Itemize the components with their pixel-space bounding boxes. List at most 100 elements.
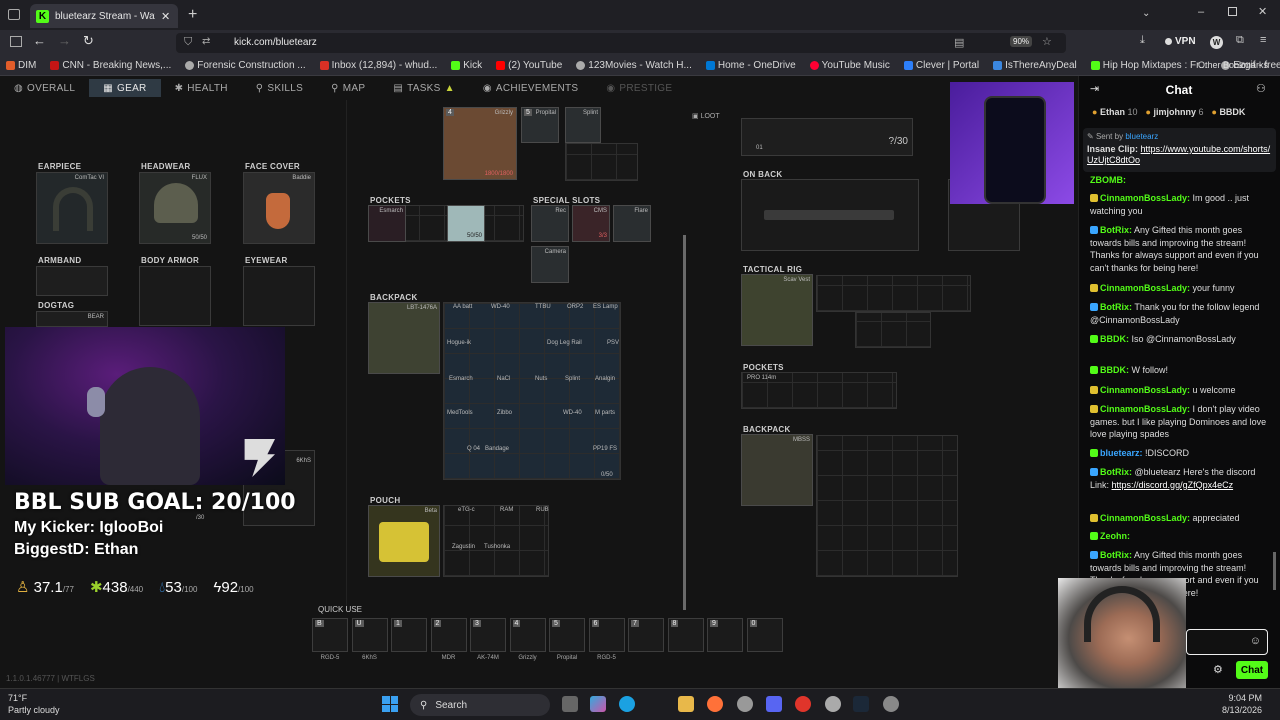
grizzly-item[interactable]: 4 Grizzly 1800/1800 bbox=[443, 107, 517, 180]
back-button[interactable]: ← bbox=[33, 33, 46, 48]
permissions-icon[interactable]: ⇄ bbox=[202, 36, 210, 47]
quick-use-slot[interactable]: 9 bbox=[707, 618, 743, 652]
quick-use-slot[interactable]: 1 bbox=[391, 618, 427, 652]
on-back-slot[interactable] bbox=[741, 179, 919, 251]
loot-backpack-grid[interactable] bbox=[816, 435, 958, 577]
menu-icon[interactable]: ≡ bbox=[1260, 34, 1266, 46]
taskbar-search[interactable]: ⚲ Search bbox=[410, 694, 550, 716]
app-icon[interactable] bbox=[825, 696, 841, 712]
minimize-button[interactable]: – bbox=[1198, 6, 1204, 18]
special-slot-cms[interactable]: CMS 3/3 bbox=[572, 205, 610, 242]
face-cover-slot[interactable]: Baddie bbox=[243, 172, 315, 244]
weather-widget[interactable]: 71°F Partly cloudy bbox=[8, 692, 60, 716]
bookmark-item[interactable]: CNN - Breaking News,... bbox=[50, 60, 171, 71]
chat-scrollbar[interactable] bbox=[1273, 552, 1276, 590]
esmarch-item[interactable]: Esmarch bbox=[368, 205, 406, 242]
gear-app-icon[interactable] bbox=[883, 696, 899, 712]
chat-username[interactable]: Zeohn: bbox=[1100, 531, 1130, 541]
tactical-rig-grid-2[interactable] bbox=[855, 312, 931, 348]
chat-username[interactable]: bluetearz: bbox=[1100, 448, 1143, 458]
chat-username[interactable]: CinnamonBossLady: bbox=[1100, 404, 1190, 414]
tab-map[interactable]: ⚲ MAP bbox=[317, 79, 379, 97]
tab-health[interactable]: ✱ HEALTH bbox=[161, 79, 242, 97]
maximize-button[interactable] bbox=[1228, 7, 1237, 16]
pouch-grid[interactable] bbox=[443, 505, 549, 577]
bookmark-item[interactable]: 123Movies - Watch H... bbox=[576, 60, 692, 71]
tab-overall[interactable]: ◍ OVERALL bbox=[0, 79, 89, 97]
quick-use-slot[interactable]: B bbox=[312, 618, 348, 652]
tactical-rig-slot[interactable]: Scav Vest bbox=[741, 274, 813, 346]
steam-icon[interactable] bbox=[853, 696, 869, 712]
bookmark-item[interactable]: Clever | Portal bbox=[903, 60, 979, 71]
chat-username[interactable]: CinnamonBossLady: bbox=[1100, 513, 1190, 523]
bookmark-item[interactable]: IsThereAnyDeal bbox=[993, 60, 1077, 71]
edge-icon[interactable] bbox=[619, 696, 635, 712]
vpn-button[interactable]: VPN bbox=[1165, 36, 1196, 47]
quick-use-slot[interactable]: 0 bbox=[746, 618, 783, 652]
browser-tab[interactable]: K bluetearz Stream - Watch L ✕ bbox=[30, 4, 178, 28]
download-icon[interactable]: ⤓ bbox=[1140, 34, 1145, 47]
chat-link[interactable]: https://discord.gg/gZfQpx4eCz bbox=[1112, 480, 1234, 490]
sidebar-toggle-icon[interactable] bbox=[10, 36, 22, 47]
file-explorer-icon[interactable] bbox=[562, 696, 578, 712]
bookmark-item[interactable]: Kick bbox=[451, 60, 482, 71]
close-window-button[interactable]: ✕ bbox=[1258, 5, 1267, 18]
profile-icon[interactable]: W bbox=[1210, 36, 1223, 49]
tab-skills[interactable]: ⚲ SKILLS bbox=[242, 79, 317, 97]
stash-scrollbar[interactable] bbox=[683, 235, 686, 610]
quick-use-slot[interactable]: 2 bbox=[430, 618, 467, 652]
settings-icon[interactable] bbox=[737, 696, 753, 712]
extensions-icon[interactable]: ⧉ bbox=[1236, 34, 1244, 47]
copilot-icon[interactable] bbox=[590, 696, 606, 712]
quick-use-slot[interactable]: 5 bbox=[549, 618, 585, 652]
chat-username[interactable]: BotRix: bbox=[1100, 550, 1132, 560]
chat-username[interactable]: BotRix: bbox=[1100, 467, 1132, 477]
eyewear-slot[interactable] bbox=[243, 266, 315, 326]
tab-actions-icon[interactable] bbox=[8, 9, 20, 20]
tab-prestige[interactable]: ◉ PRESTIGE bbox=[592, 79, 686, 97]
chat-username[interactable]: BotRix: bbox=[1100, 302, 1132, 312]
clock[interactable]: 9:04 PM 8/13/2026 bbox=[1222, 692, 1262, 716]
bookmark-item[interactable]: Home - OneDrive bbox=[705, 60, 796, 71]
tab-tasks[interactable]: ▤ TASKS ▲ bbox=[379, 79, 469, 97]
quick-use-slot[interactable]: 8 bbox=[667, 618, 704, 652]
dogtag-slot[interactable]: BEAR bbox=[36, 311, 108, 327]
chat-username[interactable]: CinnamonBossLady: bbox=[1100, 385, 1190, 395]
quick-use-slot[interactable]: 3 bbox=[470, 618, 506, 652]
loot-backpack-slot[interactable]: MBSS bbox=[741, 434, 813, 506]
other-bookmarks[interactable]: Other Bookmarks bbox=[1198, 60, 1268, 70]
special-slot-flare[interactable]: Flare bbox=[613, 205, 651, 242]
chat-username[interactable]: CinnamonBossLady: bbox=[1100, 193, 1190, 203]
pocket-item[interactable]: 50/50 bbox=[447, 205, 485, 242]
special-slot-rec[interactable]: Rec bbox=[531, 205, 569, 242]
bookmark-star-icon[interactable]: ☆ bbox=[1042, 35, 1052, 48]
tab-achievements[interactable]: ◉ ACHIEVEMENTS bbox=[469, 79, 593, 97]
start-button[interactable] bbox=[382, 696, 398, 712]
zoom-badge[interactable]: 90% bbox=[1010, 36, 1033, 47]
chat-username[interactable]: BotRix: bbox=[1100, 225, 1132, 235]
pinned-message[interactable]: ✎ Sent by bluetearz Insane Clip: https:/… bbox=[1083, 128, 1276, 172]
emoji-icon[interactable]: ☺ bbox=[1250, 635, 1261, 647]
body-armor-slot[interactable] bbox=[139, 266, 211, 326]
headwear-slot[interactable]: FLUX 50/50 bbox=[139, 172, 211, 244]
splint-item[interactable]: Splint bbox=[565, 107, 601, 143]
quick-use-slot[interactable]: 6 bbox=[588, 618, 625, 652]
bookmark-item[interactable]: DIM bbox=[6, 60, 36, 71]
gifter[interactable]: ● jimjohnny 6 bbox=[1146, 107, 1204, 117]
reload-button[interactable]: ↻ bbox=[83, 33, 94, 49]
reader-icon[interactable]: ▤ bbox=[954, 36, 964, 49]
special-slot-camera[interactable]: Camera bbox=[531, 246, 569, 283]
tab-close-icon[interactable]: ✕ bbox=[161, 10, 170, 23]
pouch-slot[interactable]: Beta bbox=[368, 505, 440, 577]
gifter[interactable]: ● BBDK bbox=[1211, 107, 1245, 117]
firefox-icon[interactable] bbox=[707, 696, 723, 712]
forward-button[interactable]: → bbox=[58, 33, 71, 48]
bookmark-item[interactable]: Inbox (12,894) - whud... bbox=[319, 60, 437, 71]
chat-users-icon[interactable]: ⚇ bbox=[1256, 82, 1266, 95]
quick-use-slot[interactable]: 4 bbox=[509, 618, 546, 652]
gifter[interactable]: ● Ethan 10 bbox=[1092, 107, 1138, 117]
propital-item[interactable]: 5 Propital bbox=[521, 107, 559, 143]
chat-username[interactable]: BBDK: bbox=[1100, 365, 1129, 375]
folder-icon[interactable] bbox=[678, 696, 694, 712]
tab-gear[interactable]: ▦ GEAR bbox=[89, 79, 161, 97]
